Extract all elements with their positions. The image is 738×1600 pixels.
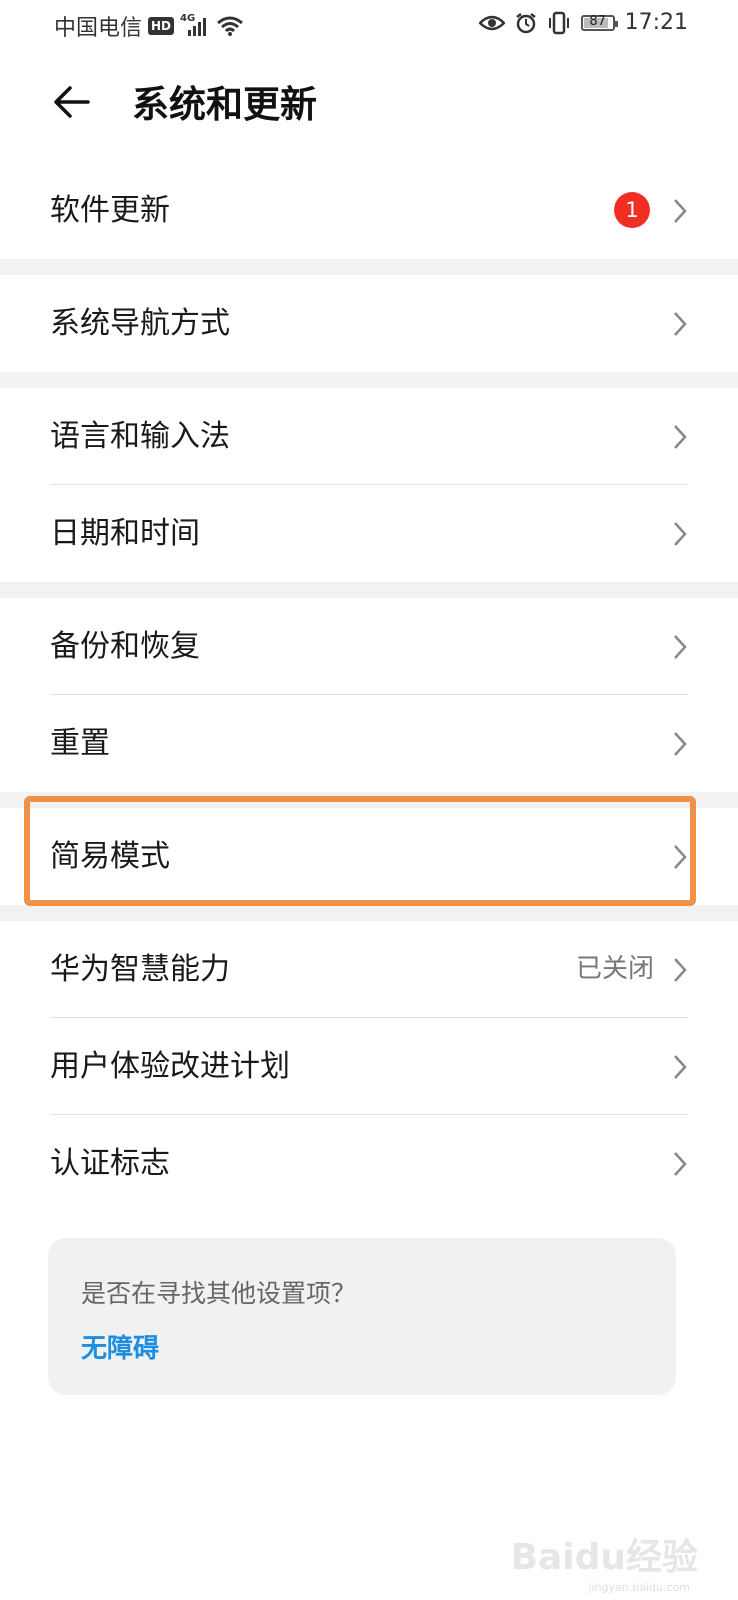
- section-gap: [0, 372, 738, 388]
- certification-label: 认证标志: [50, 1146, 170, 1181]
- battery-level: 87: [589, 13, 606, 29]
- language-input-item[interactable]: 语言和输入法: [0, 388, 738, 485]
- date-time-label: 日期和时间: [50, 516, 200, 551]
- certification-item[interactable]: 认证标志: [0, 1115, 738, 1212]
- watermark-url: jingyan.baidu.com: [588, 1581, 690, 1594]
- suggestion-card: 是否在寻找其他设置项？ 无障碍: [48, 1238, 676, 1395]
- backup-restore-label: 备份和恢复: [50, 629, 200, 664]
- huawei-intelligence-item[interactable]: 华为智慧能力 已关闭: [0, 921, 738, 1018]
- clock: 17:21: [624, 10, 688, 35]
- section-gap: [0, 582, 738, 598]
- watermark-logo: Baidu经验: [510, 1537, 698, 1578]
- navigation-mode-label: 系统导航方式: [50, 306, 230, 341]
- chevron-right-icon: [674, 845, 687, 869]
- header: 系统和更新: [0, 52, 738, 162]
- group-language-time: 语言和输入法 日期和时间: [0, 388, 738, 582]
- status-right: 87 17:21: [478, 10, 688, 35]
- user-experience-label: 用户体验改进计划: [50, 1049, 290, 1084]
- suggestion-question: 是否在寻找其他设置项？: [81, 1279, 357, 1308]
- user-experience-item[interactable]: 用户体验改进计划: [0, 1018, 738, 1115]
- alarm-icon: [515, 12, 536, 33]
- huawei-intelligence-status: 已关闭: [575, 954, 654, 984]
- software-update-label: 软件更新: [50, 193, 170, 228]
- huawei-intelligence-label: 华为智慧能力: [50, 952, 230, 987]
- reset-label: 重置: [50, 726, 110, 761]
- group-navigation: 系统导航方式: [0, 275, 738, 372]
- section-gap: [0, 905, 738, 921]
- chevron-right-icon: [674, 635, 687, 659]
- signal-icon: 4G: [180, 13, 210, 39]
- carrier-name: 中国电信: [54, 16, 143, 41]
- simple-mode-label: 简易模式: [50, 839, 170, 874]
- group-other: 华为智慧能力 已关闭 用户体验改进计划 认证标志: [0, 921, 738, 1212]
- chevron-right-icon: [674, 522, 687, 546]
- chevron-right-icon: [674, 732, 687, 756]
- software-update-item[interactable]: 软件更新 1: [0, 162, 738, 259]
- section-gap: [0, 259, 738, 275]
- network-type: 4G: [180, 13, 196, 24]
- navigation-mode-item[interactable]: 系统导航方式: [0, 275, 738, 372]
- group-backup-reset: 备份和恢复 重置: [0, 598, 738, 792]
- date-time-item[interactable]: 日期和时间: [0, 485, 738, 582]
- section-gap: [0, 792, 738, 808]
- language-input-label: 语言和输入法: [50, 419, 230, 454]
- group-simple-mode: 简易模式: [0, 808, 738, 905]
- eye-comfort-icon: [478, 15, 505, 30]
- reset-item[interactable]: 重置: [0, 695, 738, 792]
- back-arrow-icon[interactable]: [50, 80, 94, 124]
- chevron-right-icon: [674, 1055, 687, 1079]
- hd-badge: HD: [148, 17, 175, 35]
- wifi-icon: [217, 16, 243, 36]
- group-software-update: 软件更新 1: [0, 162, 738, 259]
- status-left: 中国电信 HD 4G: [54, 10, 244, 42]
- vibrate-icon: [548, 11, 569, 34]
- update-count-badge: 1: [614, 192, 650, 228]
- simple-mode-item[interactable]: 简易模式: [0, 808, 738, 905]
- chevron-right-icon: [674, 425, 687, 449]
- chevron-right-icon: [674, 1152, 687, 1176]
- battery-icon: 87: [580, 13, 618, 31]
- backup-restore-item[interactable]: 备份和恢复: [0, 598, 738, 695]
- page-title: 系统和更新: [132, 83, 317, 126]
- chevron-right-icon: [674, 199, 687, 223]
- status-bar: 中国电信 HD 4G 87 17:21: [0, 0, 738, 52]
- chevron-right-icon: [674, 312, 687, 336]
- accessibility-link[interactable]: 无障碍: [81, 1328, 159, 1365]
- chevron-right-icon: [674, 958, 687, 982]
